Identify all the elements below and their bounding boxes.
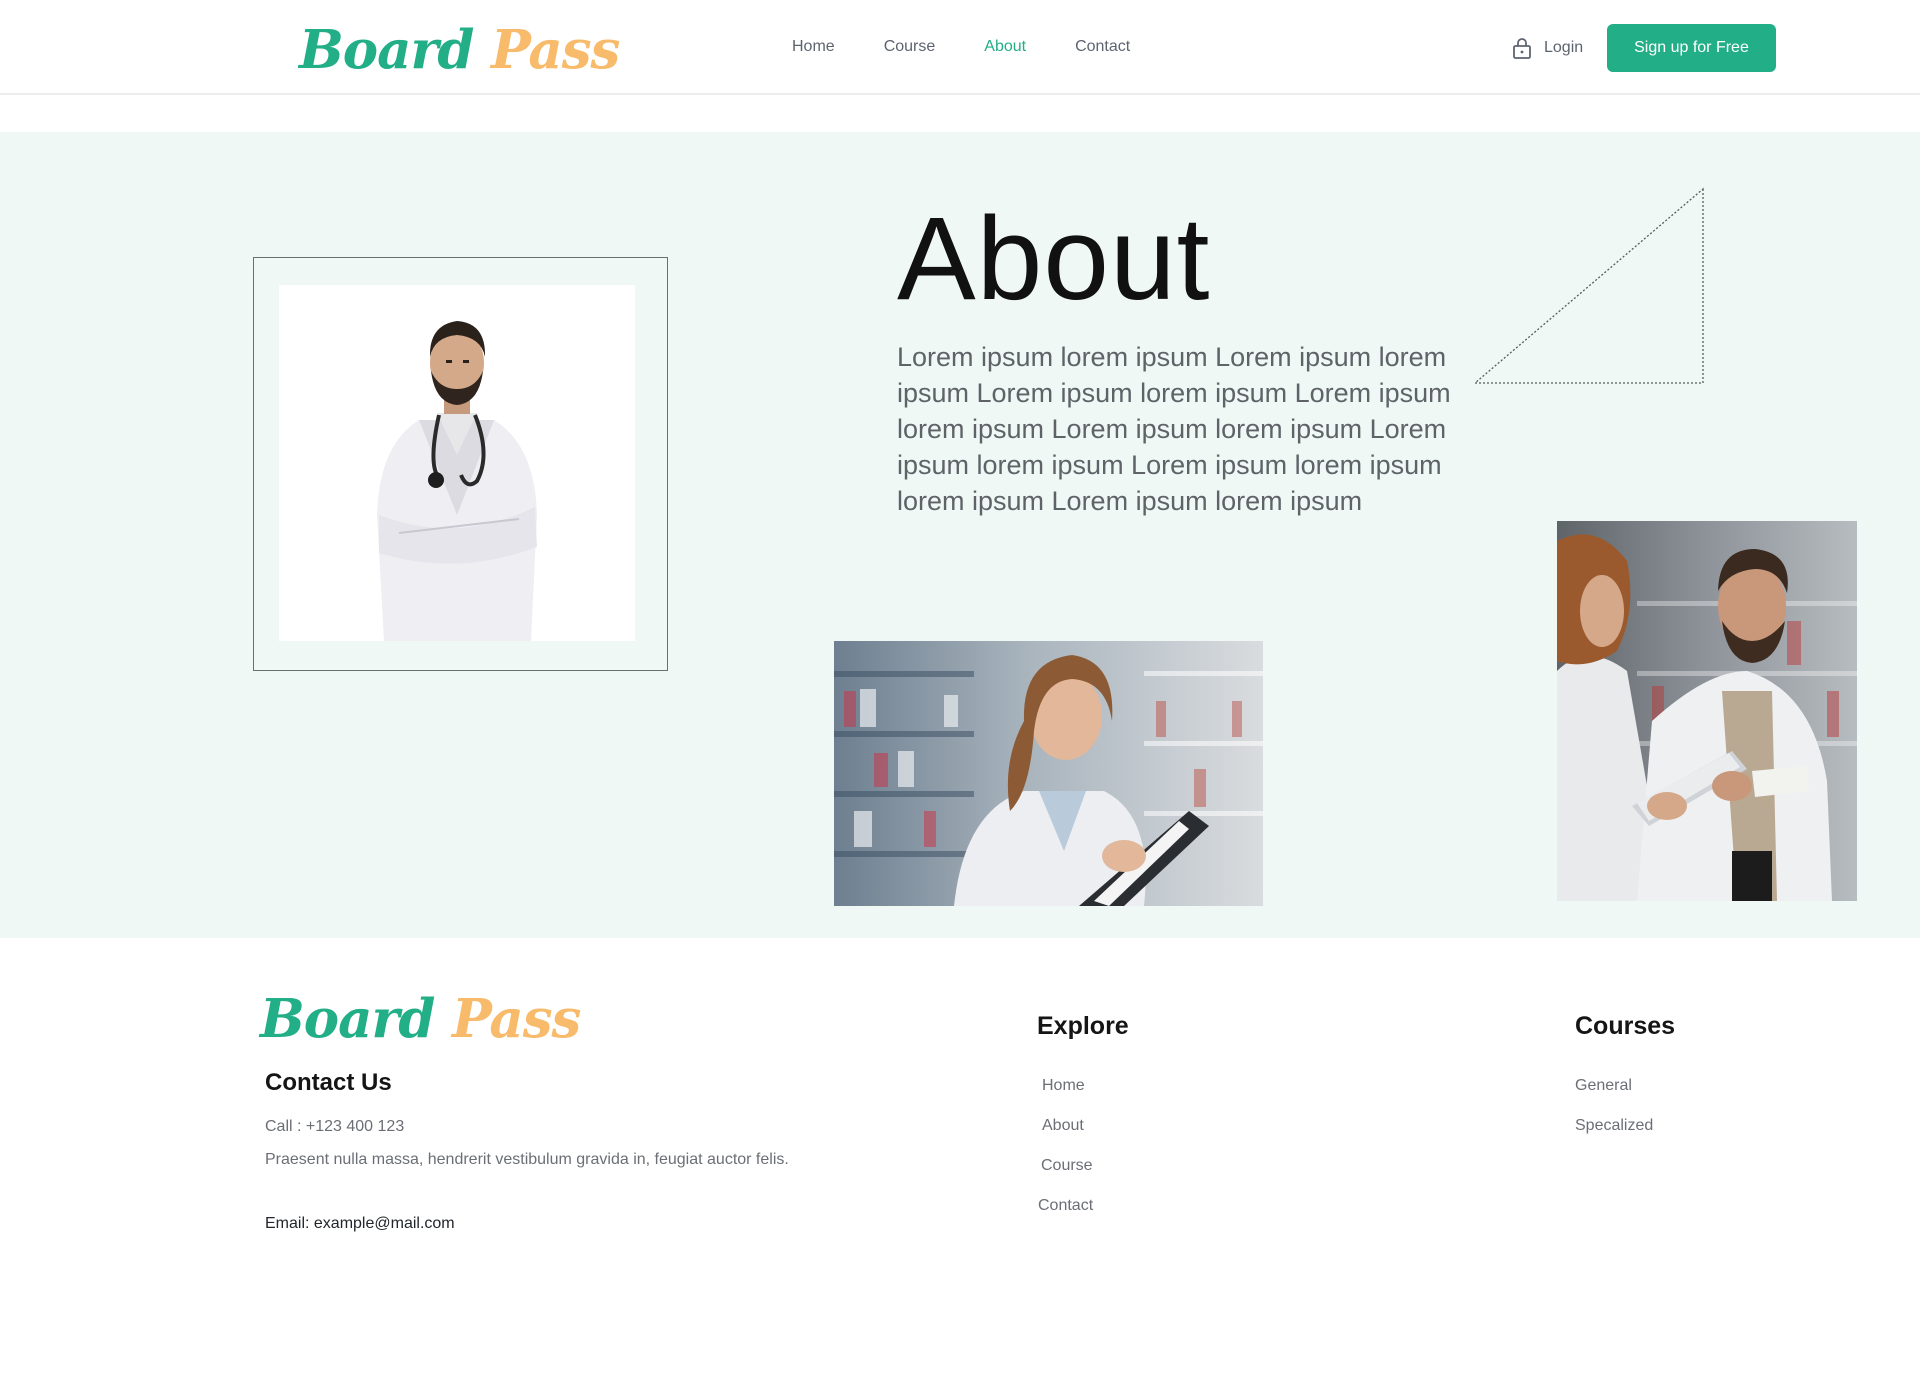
contact-email: Email: example@mail.com	[265, 1215, 455, 1232]
courses-heading: Courses	[1575, 1012, 1676, 1040]
footer-brand-logo[interactable]: Board Pass	[260, 993, 581, 1046]
site-header: Board Pass Home Course About Contact Log…	[0, 0, 1920, 95]
doctor-portrait-image	[279, 285, 635, 641]
brand-logo-word1: Board	[299, 19, 474, 81]
lock-icon	[1512, 37, 1532, 59]
pharmacists-tablet-image	[1557, 521, 1857, 901]
login-link[interactable]: Login	[1512, 37, 1583, 59]
brand-logo[interactable]: Board Pass	[299, 24, 620, 77]
about-section: About Lorem ipsum lorem ipsum Lorem ipsu…	[0, 132, 1920, 938]
footer-brand-logo-word1: Board	[260, 988, 435, 1050]
footer-brand-logo-word2: Pass	[451, 988, 581, 1050]
nav-item-about[interactable]: About	[984, 38, 1026, 56]
footer-link-general[interactable]: General	[1575, 1077, 1632, 1095]
footer-link-contact[interactable]: Contact	[1038, 1197, 1093, 1215]
decorative-triangle-shape	[1473, 187, 1704, 384]
about-title: About	[897, 193, 1211, 325]
contact-description: Praesent nulla massa, hendrerit vestibul…	[265, 1151, 789, 1168]
footer-link-specalized[interactable]: Specalized	[1575, 1117, 1653, 1135]
contact-phone: Call : +123 400 123	[265, 1118, 405, 1135]
pharmacist-clipboard-image	[834, 641, 1263, 906]
login-label: Login	[1544, 39, 1584, 56]
footer-link-home[interactable]: Home	[1042, 1077, 1085, 1095]
brand-logo-word2: Pass	[490, 19, 620, 81]
nav-item-home[interactable]: Home	[792, 38, 835, 56]
nav-item-contact[interactable]: Contact	[1075, 38, 1130, 56]
main-nav: Home Course About Contact	[792, 38, 1130, 56]
footer-link-course[interactable]: Course	[1041, 1157, 1093, 1175]
signup-button[interactable]: Sign up for Free	[1607, 24, 1776, 72]
explore-heading: Explore	[1037, 1012, 1129, 1040]
contact-us-heading: Contact Us	[265, 1069, 392, 1096]
site-footer: Board Pass Contact Us Call : +123 400 12…	[0, 938, 1920, 1387]
footer-link-about[interactable]: About	[1042, 1117, 1084, 1135]
nav-item-course[interactable]: Course	[884, 38, 936, 56]
about-description: Lorem ipsum lorem ipsum Lorem ipsum lore…	[897, 342, 1451, 516]
